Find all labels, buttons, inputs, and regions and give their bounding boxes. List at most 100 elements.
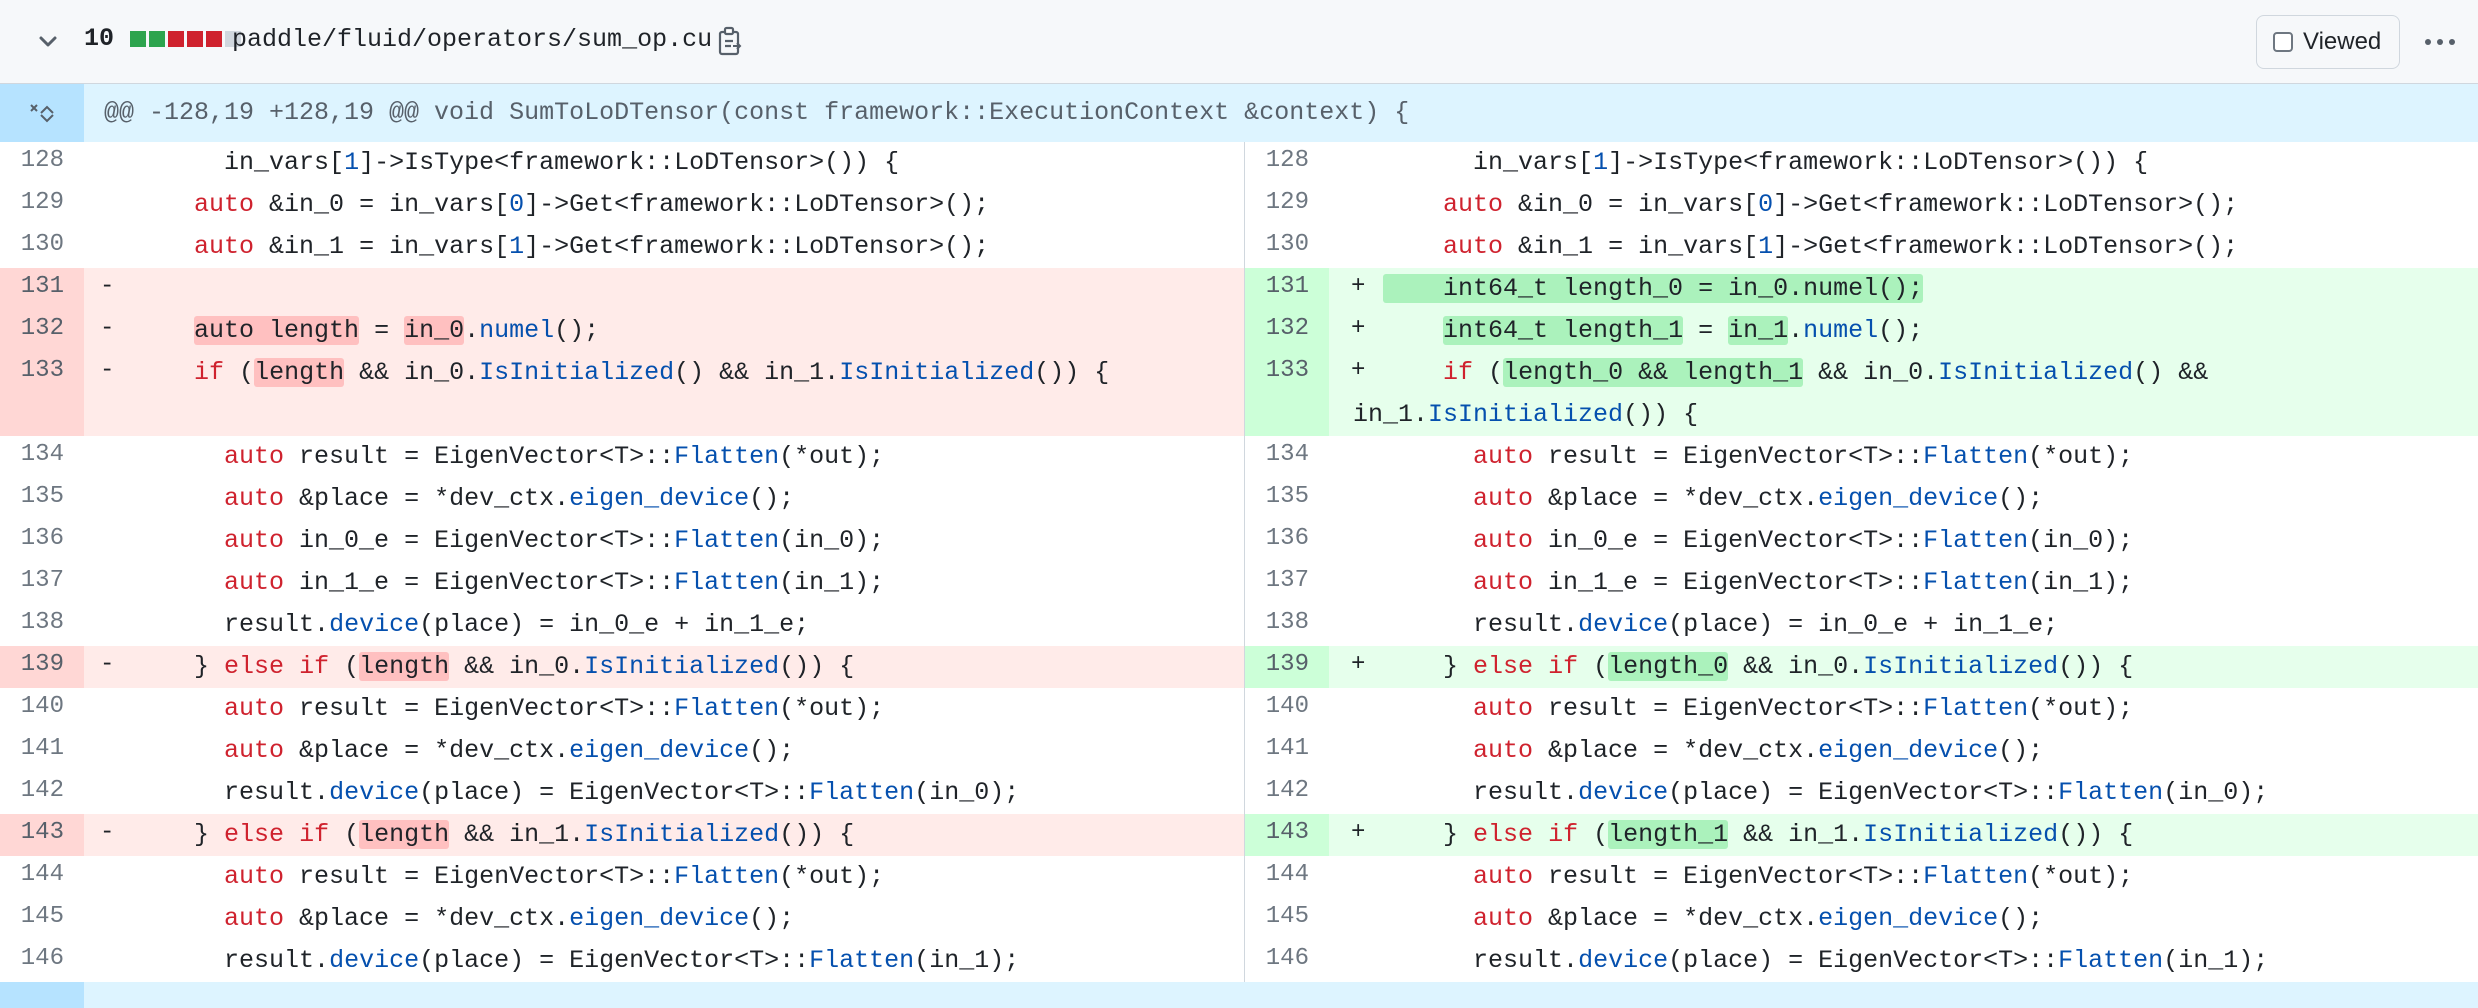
line-number[interactable]: 143 [0,814,84,856]
line-number[interactable]: 133 [1245,352,1329,436]
line-number[interactable]: 132 [0,310,84,352]
line-number[interactable]: 134 [1245,436,1329,478]
code-line: auto in_1_e = EigenVector<T>::Flatten(in… [104,562,1234,604]
split-diff: 128 in_vars[1]->IsType<framework::LoDTen… [0,142,2478,982]
line-number[interactable]: 134 [0,436,84,478]
line-number[interactable]: 138 [0,604,84,646]
diffstat-block [130,31,146,47]
line-number[interactable]: 144 [1245,856,1329,898]
bottom-expander[interactable] [0,982,2478,1008]
code-token: (in_0); [2028,526,2134,555]
line-number[interactable]: 137 [1245,562,1329,604]
line-number[interactable]: 137 [0,562,84,604]
code-token: auto [194,232,255,261]
line-number[interactable]: 143 [1245,814,1329,856]
code-line: auto &place = *dev_ctx.eigen_device(); [1353,730,2468,772]
line-number[interactable]: 139 [1245,646,1329,688]
code-token: &place = *dev_ctx. [284,736,570,765]
copy-icon[interactable] [716,26,744,56]
code-token: IsInitialized [584,652,780,681]
code-token: Flatten [674,694,780,723]
code-token: eigen_device [1818,736,1999,765]
line-number[interactable]: 130 [1245,226,1329,268]
code-token: 1 [1758,232,1774,261]
code-token: if [299,820,330,849]
line-number[interactable]: 138 [1245,604,1329,646]
line-number[interactable]: 141 [1245,730,1329,772]
new-line: 139 + } else if (length_0 && in_0.IsIniti… [1244,646,2478,688]
code-token: IsInitialized [1863,820,2059,849]
code-token: device [1578,946,1669,975]
code-token: (); [1998,736,2044,765]
line-number[interactable]: 131 [0,268,84,310]
line-number[interactable]: 128 [0,142,84,184]
code-token: result. [1383,946,1579,975]
line-number[interactable]: 129 [1245,184,1329,226]
line-number[interactable]: 129 [0,184,84,226]
expand-down-icon[interactable] [0,982,84,1008]
code-token: else [1473,652,1534,681]
viewed-toggle[interactable]: Viewed [2256,15,2400,69]
line-number[interactable]: 132 [1245,310,1329,352]
line-number[interactable]: 135 [0,478,84,520]
more-options-icon[interactable] [2420,30,2460,54]
code-token: if [1548,652,1579,681]
code-token: in_0 [404,316,465,345]
code-token: device [1578,610,1669,639]
chevron-down-icon[interactable] [36,30,60,54]
line-number[interactable]: 146 [1245,940,1329,982]
code-token: 0 [509,190,525,219]
code-token: } [1383,820,1474,849]
line-number[interactable]: 136 [0,520,84,562]
line-number[interactable]: 146 [0,940,84,982]
new-line: 134 auto result = EigenVector<T>::Flatte… [1244,436,2478,478]
expand-icon[interactable] [0,84,84,142]
line-number[interactable]: 136 [1245,520,1329,562]
line-number[interactable]: 128 [1245,142,1329,184]
code-token: in_1_e = EigenVector<T>:: [1533,568,1924,597]
old-line: 130 auto &in_1 = in_vars[1]->Get<framewo… [0,226,1244,268]
line-number[interactable]: 145 [1245,898,1329,940]
diffstat-block [206,31,222,47]
line-number[interactable]: 140 [0,688,84,730]
line-number[interactable]: 144 [0,856,84,898]
line-number[interactable]: 135 [1245,478,1329,520]
line-number[interactable]: 131 [1245,268,1329,310]
diff-row: 130 auto &in_1 = in_vars[1]->Get<framewo… [0,226,2478,268]
line-number[interactable]: 141 [0,730,84,772]
code-token: int64_t length_0 = in_0.numel(); [1383,274,1924,303]
line-number[interactable]: 145 [0,898,84,940]
line-number[interactable]: 142 [1245,772,1329,814]
code-token: (in_1); [2028,568,2134,597]
line-number[interactable]: 130 [0,226,84,268]
line-number[interactable]: 133 [0,352,84,436]
code-token: ()) { [1623,400,1699,429]
line-number[interactable]: 140 [1245,688,1329,730]
line-number[interactable]: 139 [0,646,84,688]
code-token: auto [1473,736,1534,765]
line-number[interactable]: 142 [0,772,84,814]
old-line: 141 auto &place = *dev_ctx.eigen_device(… [0,730,1244,772]
code-token: in_0_e = EigenVector<T>:: [1533,526,1924,555]
code-token: result = EigenVector<T>:: [1533,694,1924,723]
new-line: 132 + int64_t length_1 = in_1.numel(); [1244,310,2478,352]
code-line: int64_t length_1 = in_1.numel(); [1353,310,2468,352]
viewed-checkbox[interactable] [2273,32,2293,52]
code-token: ()) { [1034,358,1110,387]
code-token: && in_1. [1728,820,1864,849]
file-path[interactable]: paddle/fluid/operators/sum_op.cu [232,25,712,54]
